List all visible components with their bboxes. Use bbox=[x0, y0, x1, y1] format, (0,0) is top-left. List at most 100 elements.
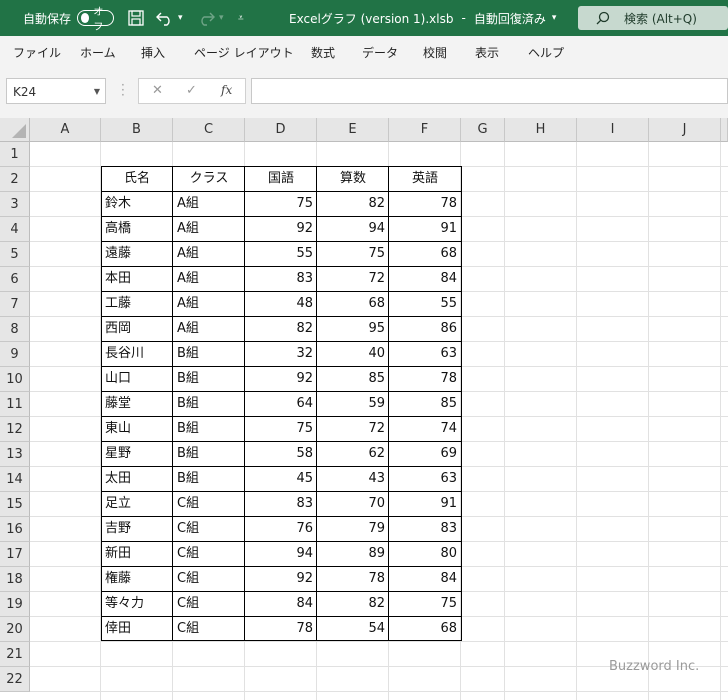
column-header-b[interactable]: B bbox=[101, 118, 173, 142]
table-cell[interactable]: 40 bbox=[317, 342, 389, 367]
table-cell[interactable]: B組 bbox=[173, 392, 245, 417]
table-cell[interactable]: 80 bbox=[389, 542, 461, 567]
table-cell[interactable]: C組 bbox=[173, 492, 245, 517]
table-cell[interactable]: 63 bbox=[389, 342, 461, 367]
table-cell[interactable]: 83 bbox=[245, 267, 317, 292]
table-cell[interactable]: 68 bbox=[317, 292, 389, 317]
row-header-16[interactable]: 16 bbox=[0, 517, 30, 542]
table-cell[interactable]: 72 bbox=[317, 417, 389, 442]
table-cell[interactable]: 本田 bbox=[101, 267, 173, 292]
table-cell[interactable]: 西岡 bbox=[101, 317, 173, 342]
table-cell[interactable]: 新田 bbox=[101, 542, 173, 567]
tab-page-layout[interactable]: ページ レイアウト bbox=[194, 44, 294, 61]
table-cell[interactable]: 78 bbox=[389, 367, 461, 392]
row-header-1[interactable]: 1 bbox=[0, 142, 30, 167]
table-cell[interactable]: 69 bbox=[389, 442, 461, 467]
table-cell[interactable]: B組 bbox=[173, 417, 245, 442]
table-cell[interactable]: 長谷川 bbox=[101, 342, 173, 367]
row-header-9[interactable]: 9 bbox=[0, 342, 30, 367]
save-icon[interactable] bbox=[127, 0, 145, 36]
tab-view[interactable]: 表示 bbox=[475, 44, 499, 61]
chevron-down-icon[interactable]: ▼ bbox=[94, 87, 100, 96]
table-cell[interactable]: 84 bbox=[389, 567, 461, 592]
table-cell[interactable]: 84 bbox=[389, 267, 461, 292]
table-cell[interactable]: 92 bbox=[245, 567, 317, 592]
tab-home[interactable]: ホーム bbox=[80, 44, 116, 61]
table-cell[interactable]: 遠藤 bbox=[101, 242, 173, 267]
table-cell[interactable]: 75 bbox=[245, 417, 317, 442]
table-cell[interactable]: 足立 bbox=[101, 492, 173, 517]
tab-file[interactable]: ファイル bbox=[13, 44, 61, 61]
table-cell[interactable]: 84 bbox=[245, 592, 317, 617]
row-header-5[interactable]: 5 bbox=[0, 242, 30, 267]
table-cell[interactable]: 64 bbox=[245, 392, 317, 417]
table-cell[interactable]: 83 bbox=[245, 492, 317, 517]
column-header-d[interactable]: D bbox=[245, 118, 317, 142]
column-header-f[interactable]: F bbox=[389, 118, 461, 142]
table-cell[interactable]: 75 bbox=[389, 592, 461, 617]
table-cell[interactable]: 92 bbox=[245, 217, 317, 242]
table-cell[interactable]: A組 bbox=[173, 242, 245, 267]
table-cell[interactable]: B組 bbox=[173, 442, 245, 467]
row-header-13[interactable]: 13 bbox=[0, 442, 30, 467]
table-cell[interactable]: C組 bbox=[173, 617, 245, 642]
table-cell[interactable]: 89 bbox=[317, 542, 389, 567]
row-header-11[interactable]: 11 bbox=[0, 392, 30, 417]
table-cell[interactable]: A組 bbox=[173, 292, 245, 317]
insert-function-icon[interactable]: fx bbox=[221, 83, 232, 97]
tab-data[interactable]: データ bbox=[362, 44, 398, 61]
table-cell[interactable]: 吉野 bbox=[101, 517, 173, 542]
column-header-h[interactable]: H bbox=[505, 118, 577, 142]
table-cell[interactable]: 75 bbox=[245, 192, 317, 217]
table-cell[interactable]: 東山 bbox=[101, 417, 173, 442]
table-cell[interactable]: 63 bbox=[389, 467, 461, 492]
table-cell[interactable]: A組 bbox=[173, 317, 245, 342]
tab-help[interactable]: ヘルプ bbox=[528, 44, 564, 61]
table-cell[interactable]: 48 bbox=[245, 292, 317, 317]
column-header-j[interactable]: J bbox=[649, 118, 721, 142]
table-cell[interactable]: 94 bbox=[317, 217, 389, 242]
undo-icon[interactable] bbox=[155, 0, 175, 36]
column-header-i[interactable]: I bbox=[577, 118, 649, 142]
table-cell[interactable]: 権藤 bbox=[101, 567, 173, 592]
table-cell[interactable]: 91 bbox=[389, 217, 461, 242]
table-header-cell[interactable]: 氏名 bbox=[101, 167, 173, 192]
row-header-8[interactable]: 8 bbox=[0, 317, 30, 342]
table-cell[interactable]: 85 bbox=[389, 392, 461, 417]
table-cell[interactable]: B組 bbox=[173, 367, 245, 392]
more-options-icon[interactable]: · · · bbox=[121, 79, 125, 101]
table-cell[interactable]: 54 bbox=[317, 617, 389, 642]
table-cell[interactable]: 55 bbox=[245, 242, 317, 267]
row-header-4[interactable]: 4 bbox=[0, 217, 30, 242]
table-cell[interactable]: A組 bbox=[173, 267, 245, 292]
table-cell[interactable]: 68 bbox=[389, 617, 461, 642]
row-header-19[interactable]: 19 bbox=[0, 592, 30, 617]
table-cell[interactable]: 工藤 bbox=[101, 292, 173, 317]
table-cell[interactable]: 星野 bbox=[101, 442, 173, 467]
column-header-c[interactable]: C bbox=[173, 118, 245, 142]
table-cell[interactable]: 91 bbox=[389, 492, 461, 517]
table-cell[interactable]: 32 bbox=[245, 342, 317, 367]
column-header-a[interactable]: A bbox=[30, 118, 101, 142]
row-header-10[interactable]: 10 bbox=[0, 367, 30, 392]
tab-insert[interactable]: 挿入 bbox=[141, 44, 165, 61]
table-cell[interactable]: 74 bbox=[389, 417, 461, 442]
table-cell[interactable]: 82 bbox=[317, 592, 389, 617]
search-box[interactable]: 検索 (Alt+Q) bbox=[578, 6, 728, 30]
table-cell[interactable]: 78 bbox=[317, 567, 389, 592]
table-cell[interactable]: C組 bbox=[173, 542, 245, 567]
table-cell[interactable]: 45 bbox=[245, 467, 317, 492]
tab-review[interactable]: 校閲 bbox=[423, 44, 447, 61]
worksheet-grid[interactable]: A B C D E F G H I J 1 2 3 4 5 6 7 8 9 10 11 12 13 14 15 16 17 18 19 2… bbox=[0, 118, 728, 700]
table-header-cell[interactable]: 英語 bbox=[389, 167, 461, 192]
row-header-17[interactable]: 17 bbox=[0, 542, 30, 567]
formula-input[interactable] bbox=[251, 78, 728, 104]
table-cell[interactable]: 太田 bbox=[101, 467, 173, 492]
row-header-3[interactable]: 3 bbox=[0, 192, 30, 217]
table-cell[interactable]: 72 bbox=[317, 267, 389, 292]
name-box[interactable]: K24 ▼ bbox=[6, 78, 106, 104]
workbook-title[interactable]: Excelグラフ (version 1).xlsb - 自動回復済み ▾ bbox=[289, 0, 556, 36]
table-cell[interactable]: 76 bbox=[245, 517, 317, 542]
row-header-2[interactable]: 2 bbox=[0, 167, 30, 192]
row-header-12[interactable]: 12 bbox=[0, 417, 30, 442]
